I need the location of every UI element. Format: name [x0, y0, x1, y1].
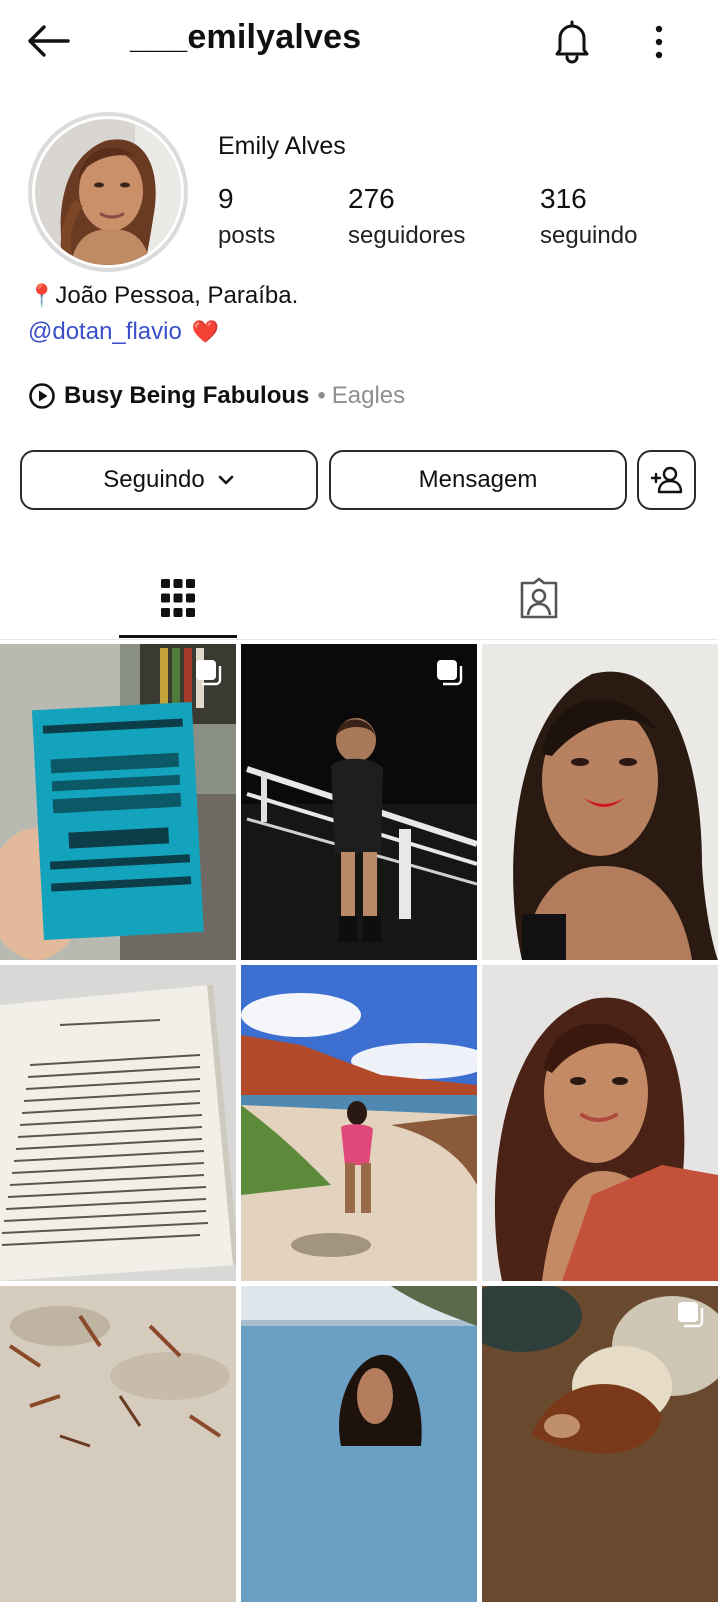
grid-post[interactable]	[0, 1286, 236, 1602]
stat-following-value: 316	[540, 183, 587, 214]
bio-location: 📍 João Pessoa, Paraíba.	[28, 282, 298, 310]
stat-followers[interactable]: 276 seguidores	[348, 182, 465, 256]
grid-post[interactable]	[241, 644, 477, 960]
bio-location-text: João Pessoa, Paraíba.	[55, 282, 299, 309]
grid-post[interactable]	[0, 644, 236, 960]
stat-followers-label: seguidores	[348, 222, 466, 249]
multiple-photos-icon	[437, 660, 463, 686]
tab-posts-grid[interactable]	[119, 556, 237, 640]
stat-following-label: seguindo	[540, 222, 638, 249]
heart-icon: ❤️	[191, 319, 220, 344]
more-vertical-icon	[655, 25, 663, 59]
following-button[interactable]: Seguindo	[20, 450, 318, 510]
grid-post[interactable]	[0, 965, 236, 1281]
grid-post[interactable]	[241, 1286, 477, 1602]
multiple-photos-icon	[678, 1302, 704, 1328]
music-title: Busy Being Fabulous	[64, 382, 310, 409]
avatar	[35, 119, 181, 265]
profile-username: ___emilyalves	[130, 18, 362, 56]
grid-icon	[161, 579, 195, 617]
music-separator: •	[317, 382, 326, 409]
grid-post[interactable]	[241, 965, 477, 1281]
stat-posts-value: 9	[218, 183, 234, 214]
display-name: Emily Alves	[218, 132, 346, 160]
music-artist: Eagles	[331, 382, 406, 409]
play-circle-icon	[29, 383, 55, 409]
stat-following[interactable]: 316 seguindo	[540, 182, 637, 256]
message-button[interactable]: Mensagem	[329, 450, 627, 510]
pin-icon: 📍	[28, 283, 56, 308]
stat-posts-label: posts	[218, 222, 276, 249]
chevron-down-icon	[218, 475, 234, 485]
grid-post[interactable]	[482, 965, 718, 1281]
top-bar: ___emilyalves	[0, 0, 718, 84]
back-button[interactable]	[22, 18, 74, 64]
bio-mention-line: @dotan_flavio ❤️	[28, 318, 219, 346]
avatar-ring[interactable]	[28, 112, 188, 272]
stat-followers-value: 276	[348, 183, 395, 214]
tagged-person-icon	[520, 577, 558, 619]
grid-post[interactable]	[482, 1286, 718, 1602]
more-options-button[interactable]	[638, 16, 680, 68]
add-user-button[interactable]	[637, 450, 696, 510]
multiple-photos-icon	[196, 660, 222, 686]
grid-post[interactable]	[482, 644, 718, 960]
message-button-label: Mensagem	[418, 466, 538, 493]
notifications-button[interactable]	[546, 16, 598, 68]
tabs-divider	[0, 639, 718, 640]
add-user-icon	[650, 466, 682, 494]
tab-tagged[interactable]	[480, 556, 598, 640]
active-tab-indicator	[119, 635, 237, 638]
stat-posts[interactable]: 9 posts	[218, 182, 275, 256]
following-button-label: Seguindo	[103, 466, 205, 493]
bell-icon	[555, 20, 589, 64]
bio-mention-link[interactable]: @dotan_flavio	[28, 318, 182, 346]
profile-music[interactable]: Busy Being Fabulous • Eagles	[28, 382, 405, 410]
arrow-left-icon	[28, 25, 70, 57]
